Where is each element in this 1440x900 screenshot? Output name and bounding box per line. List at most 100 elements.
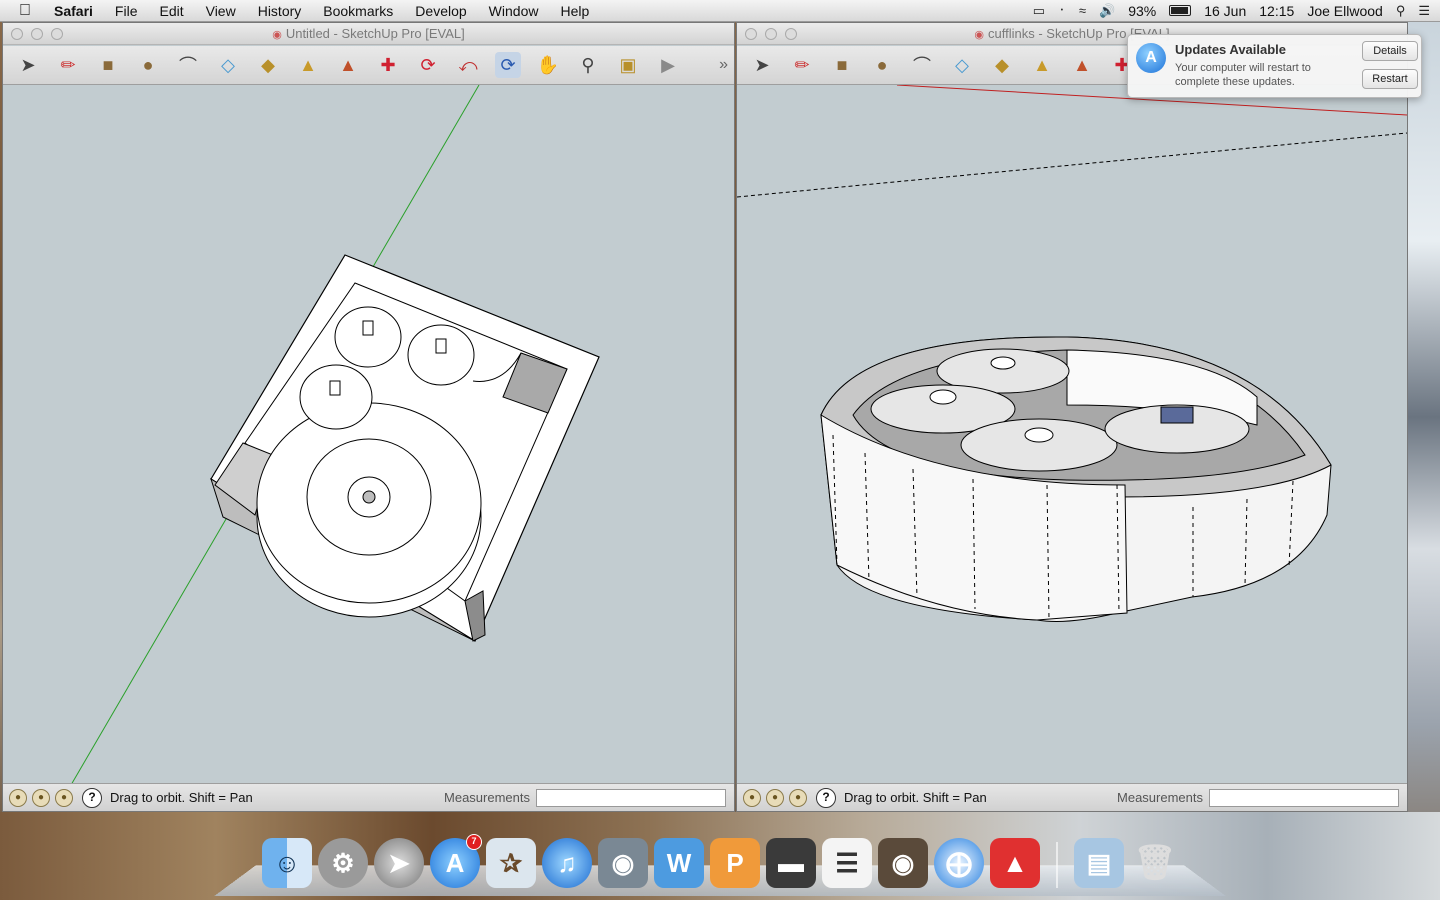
documents-folder-icon[interactable]: ▤ [1074,838,1124,888]
app-store-icon: A [1136,43,1166,73]
user-name[interactable]: Joe Ellwood [1307,3,1383,19]
disk-utility-icon[interactable]: ▬ [766,838,816,888]
window-titlebar[interactable]: ◉ Untitled - SketchUp Pro [EVAL] [3,23,734,45]
rectangle-icon[interactable]: ■ [95,52,121,78]
sketchup-icon[interactable]: ▲ [990,838,1040,888]
pencil-icon[interactable]: ✏ [55,52,81,78]
menu-bar:  Safari File Edit View History Bookmark… [0,0,1440,22]
reminders-icon[interactable]: ☰ [822,838,872,888]
user-icon[interactable]: ● [789,788,807,807]
spotlight-search-icon[interactable]: ⚲ [1396,3,1406,19]
eraser-icon[interactable]: ◇ [215,52,241,78]
eraser-icon[interactable]: ◇ [949,52,975,78]
details-button[interactable]: Details [1362,41,1418,61]
paint-bucket-icon[interactable]: ▲ [1029,52,1055,78]
menu-history[interactable]: History [247,3,313,19]
circle-icon[interactable]: ● [869,52,895,78]
itunes-icon[interactable]: ♫ [542,838,592,888]
bluetooth-icon[interactable]: ᛫ [1058,3,1066,18]
menu-window[interactable]: Window [478,3,550,19]
cufflink-disc-3-post [1024,427,1054,443]
push-pull-icon[interactable]: ▲ [335,52,361,78]
user-icon[interactable]: ● [55,788,73,807]
sketchup-window-untitled: ◉ Untitled - SketchUp Pro [EVAL] ➤ ✏ ■ ● … [2,22,735,812]
image-capture-icon[interactable]: ◉ [878,838,928,888]
select-icon[interactable]: ➤ [15,52,41,78]
zoom-icon[interactable]: ⚲ [575,52,601,78]
arc-icon[interactable]: ⌒ [175,52,201,78]
zoom-button[interactable] [785,28,797,40]
credits-icon[interactable]: ● [32,788,50,807]
safari-icon[interactable]: ⨁ [934,838,984,888]
facetime-icon[interactable]: ◉ [598,838,648,888]
notification-center-icon[interactable]: ☰ [1418,3,1430,19]
wifi-icon[interactable]: ≈ [1079,3,1086,18]
menu-help[interactable]: Help [549,3,600,19]
pan-icon[interactable]: ✋ [535,52,561,78]
move-icon[interactable]: ✚ [375,52,401,78]
mail-icon[interactable]: ✰ [486,838,536,888]
arc-icon[interactable]: ⌒ [909,52,935,78]
clock-time[interactable]: 12:15 [1259,3,1294,19]
trash-icon[interactable]: 🗑 [1130,838,1180,888]
app-store-icon[interactable]: A7 [430,834,482,888]
small-disc-2-pin [435,338,447,354]
geolocation-icon[interactable]: ● [743,788,761,807]
clock-date[interactable]: 16 Jun [1204,3,1246,19]
model-viewport[interactable] [737,84,1407,783]
pencil-icon[interactable]: ✏ [789,52,815,78]
word-icon[interactable]: W [654,838,704,888]
offset-icon[interactable]: ⤺ [455,52,481,78]
small-disc-1-pin [362,320,374,336]
minimize-button[interactable] [31,28,43,40]
cufflink-disc-1-post [990,356,1016,370]
geolocation-icon[interactable]: ● [9,788,27,807]
menu-file[interactable]: File [104,3,149,19]
paint-bucket-icon[interactable]: ▲ [295,52,321,78]
model-viewport[interactable] [3,84,734,786]
close-button[interactable] [11,28,23,40]
sketchup-toolbar: ➤ ✏ ■ ● ⌒ ◇ ◆ ▲ ▲ ✚ ⟳ ⤺ ⟳ ✋ ⚲ ▣ ▶ » [3,46,734,85]
rotate-icon[interactable]: ⟳ [415,52,441,78]
window-title: Untitled - SketchUp Pro [EVAL] [285,26,465,41]
circle-icon[interactable]: ● [135,52,161,78]
zoom-extents-icon[interactable]: ▣ [615,52,641,78]
toolbar-overflow-icon[interactable]: » [719,56,728,74]
model-canvas-right [737,84,1407,622]
menu-develop[interactable]: Develop [404,3,477,19]
orbit-icon[interactable]: ⟳ [495,52,521,78]
menu-edit[interactable]: Edit [148,3,194,19]
dock: ☺ ⚙ ➤ A7 ✰ ♫ ◉ W P ▬ ☰ ◉ ⨁ ▲ ▤ 🗑 [262,832,1180,888]
battery-percent[interactable]: 93% [1128,3,1156,19]
notification-body: Your computer will restart to complete t… [1175,62,1311,88]
battery-icon[interactable] [1169,5,1192,16]
menu-app-name[interactable]: Safari [50,3,104,19]
tape-measure-icon[interactable]: ◆ [989,52,1015,78]
close-button[interactable] [745,28,757,40]
apple-menu-icon[interactable]:  [0,2,50,20]
airplay-icon[interactable]: ▭ [1033,3,1045,19]
previous-view-icon[interactable]: ▶ [655,52,681,78]
menu-view[interactable]: View [195,3,247,19]
restart-button[interactable]: Restart [1362,69,1418,89]
volume-icon[interactable]: 🔊 [1099,3,1115,19]
launchpad-icon[interactable]: ➤ [374,838,424,888]
menu-bookmarks[interactable]: Bookmarks [312,3,404,19]
zoom-button[interactable] [51,28,63,40]
measurements-input[interactable] [536,788,726,807]
help-icon[interactable]: ? [816,787,836,808]
updates-notification[interactable]: A Updates Available Your computer will r… [1127,34,1422,98]
measurements-input[interactable] [1209,788,1399,807]
status-text: Drag to orbit. Shift = Pan [110,790,253,805]
minimize-button[interactable] [765,28,777,40]
help-icon[interactable]: ? [82,787,102,808]
finder-icon[interactable]: ☺ [262,838,312,888]
tape-measure-icon[interactable]: ◆ [255,52,281,78]
push-pull-icon[interactable]: ▲ [1069,52,1095,78]
select-icon[interactable]: ➤ [749,52,775,78]
credits-icon[interactable]: ● [766,788,784,807]
rectangle-icon[interactable]: ■ [829,52,855,78]
system-preferences-icon[interactable]: ⚙ [318,838,368,888]
desktop-wallpaper-right [1408,22,1440,900]
powerpoint-icon[interactable]: P [710,838,760,888]
